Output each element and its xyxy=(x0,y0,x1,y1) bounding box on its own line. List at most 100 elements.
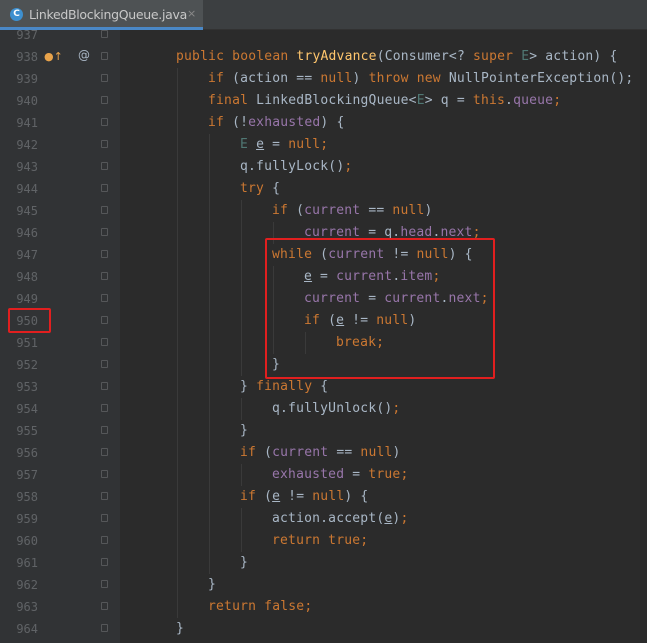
fold-marker-icon[interactable] xyxy=(101,624,108,632)
line-number[interactable]: 949 xyxy=(14,288,38,310)
line-number[interactable]: 964 xyxy=(14,618,38,640)
line-number[interactable]: 945 xyxy=(14,200,38,222)
fold-marker-icon[interactable] xyxy=(101,52,108,60)
line-number[interactable]: 942 xyxy=(14,134,38,156)
fold-marker-icon[interactable] xyxy=(101,184,108,192)
line-number[interactable]: 957 xyxy=(14,464,38,486)
line-number[interactable]: 955 xyxy=(14,420,38,442)
code-text: final LinkedBlockingQueue<E> q = this.qu… xyxy=(208,93,562,108)
code-line-963[interactable]: 963 return false; xyxy=(0,596,647,618)
indent-guide xyxy=(209,530,210,552)
fold-marker-icon[interactable] xyxy=(101,30,108,38)
code-line-941[interactable]: 941 if (!exhausted) { xyxy=(0,112,647,134)
fold-marker-icon[interactable] xyxy=(101,96,108,104)
close-icon[interactable]: × xyxy=(187,7,196,20)
indent-guide xyxy=(177,68,178,90)
line-number[interactable]: 948 xyxy=(14,266,38,288)
fold-marker-icon[interactable] xyxy=(101,602,108,610)
fold-marker-icon[interactable] xyxy=(101,272,108,280)
indent-guide xyxy=(209,486,210,508)
indent-guide xyxy=(241,354,242,376)
code-line-943[interactable]: 943 q.fullyLock(); xyxy=(0,156,647,178)
code-line-938[interactable]: 938 ●↑ @ public boolean tryAdvance(Consumer… xyxy=(0,46,647,68)
line-number[interactable]: 962 xyxy=(14,574,38,596)
fold-marker-icon[interactable] xyxy=(101,206,108,214)
line-number[interactable]: 947 xyxy=(14,244,38,266)
implements-method-icon[interactable]: ●↑ xyxy=(44,49,63,65)
line-number[interactable]: 961 xyxy=(14,552,38,574)
indent-guide xyxy=(209,266,210,288)
code-line-957[interactable]: 957 exhausted = true; xyxy=(0,464,647,486)
fold-marker-icon[interactable] xyxy=(101,558,108,566)
code-line-953[interactable]: 953} finally { xyxy=(0,376,647,398)
fold-marker-icon[interactable] xyxy=(101,492,108,500)
indent-guide xyxy=(209,420,210,442)
line-number[interactable]: 959 xyxy=(14,508,38,530)
fold-marker-icon[interactable] xyxy=(101,382,108,390)
code-line-955[interactable]: 955} xyxy=(0,420,647,442)
line-number[interactable]: 941 xyxy=(14,112,38,134)
fold-marker-icon[interactable] xyxy=(101,470,108,478)
code-line-960[interactable]: 960 return true; xyxy=(0,530,647,552)
code-line-939[interactable]: 939 if (action == null) throw new NullPoi… xyxy=(0,68,647,90)
line-number[interactable]: 938 xyxy=(14,46,38,68)
indent-guide xyxy=(209,332,210,354)
code-line-958[interactable]: 958 if (e != null) { xyxy=(0,486,647,508)
line-number[interactable]: 953 xyxy=(14,376,38,398)
indent-guide xyxy=(241,288,242,310)
code-line-945[interactable]: 945 if (current == null) xyxy=(0,200,647,222)
fold-marker-icon[interactable] xyxy=(101,580,108,588)
code-line-937[interactable]: 937 xyxy=(0,24,647,46)
fold-marker-icon[interactable] xyxy=(101,140,108,148)
indent-guide xyxy=(209,310,210,332)
code-text: } xyxy=(208,577,217,592)
fold-marker-icon[interactable] xyxy=(101,228,108,236)
code-text: action.accept(e); xyxy=(272,511,409,526)
fold-marker-icon[interactable] xyxy=(101,448,108,456)
line-number[interactable]: 958 xyxy=(14,486,38,508)
code-line-940[interactable]: 940 final LinkedBlockingQueue<E> q = this… xyxy=(0,90,647,112)
fold-marker-icon[interactable] xyxy=(101,536,108,544)
indent-guide xyxy=(177,530,178,552)
line-number[interactable]: 940 xyxy=(14,90,38,112)
line-number[interactable]: 939 xyxy=(14,68,38,90)
code-text: } xyxy=(240,423,249,438)
fold-marker-icon[interactable] xyxy=(101,360,108,368)
line-number[interactable]: 946 xyxy=(14,222,38,244)
code-line-964[interactable]: 964} xyxy=(0,618,647,640)
fold-marker-icon[interactable] xyxy=(101,250,108,258)
line-number[interactable]: 952 xyxy=(14,354,38,376)
indent-guide xyxy=(209,464,210,486)
line-number[interactable]: 951 xyxy=(14,332,38,354)
indent-guide xyxy=(177,310,178,332)
fold-marker-icon[interactable] xyxy=(101,514,108,522)
line-number[interactable]: 960 xyxy=(14,530,38,552)
line-number[interactable]: 954 xyxy=(14,398,38,420)
code-line-962[interactable]: 962} xyxy=(0,574,647,596)
code-line-942[interactable]: 942 E e = null; xyxy=(0,134,647,156)
line-number[interactable]: 937 xyxy=(14,24,38,46)
code-line-956[interactable]: 956 if (current == null) xyxy=(0,442,647,464)
fold-marker-icon[interactable] xyxy=(101,316,108,324)
line-number[interactable]: 963 xyxy=(14,596,38,618)
line-number[interactable]: 956 xyxy=(14,442,38,464)
fold-marker-icon[interactable] xyxy=(101,338,108,346)
annotation-icon[interactable]: @ xyxy=(78,48,90,62)
indent-guide xyxy=(209,552,210,574)
code-line-954[interactable]: 954 q.fullyUnlock(); xyxy=(0,398,647,420)
code-line-944[interactable]: 944 try { xyxy=(0,178,647,200)
code-line-959[interactable]: 959 action.accept(e); xyxy=(0,508,647,530)
fold-marker-icon[interactable] xyxy=(101,162,108,170)
fold-marker-icon[interactable] xyxy=(101,426,108,434)
fold-marker-icon[interactable] xyxy=(101,294,108,302)
line-number[interactable]: 943 xyxy=(14,156,38,178)
line-number[interactable]: 944 xyxy=(14,178,38,200)
code-line-961[interactable]: 961} xyxy=(0,552,647,574)
fold-marker-icon[interactable] xyxy=(101,74,108,82)
fold-marker-icon[interactable] xyxy=(101,404,108,412)
indent-guide xyxy=(209,178,210,200)
indent-guide xyxy=(241,530,242,552)
fold-marker-icon[interactable] xyxy=(101,118,108,126)
code-text: if (e != null) { xyxy=(240,489,369,504)
code-text: return true; xyxy=(272,533,369,548)
